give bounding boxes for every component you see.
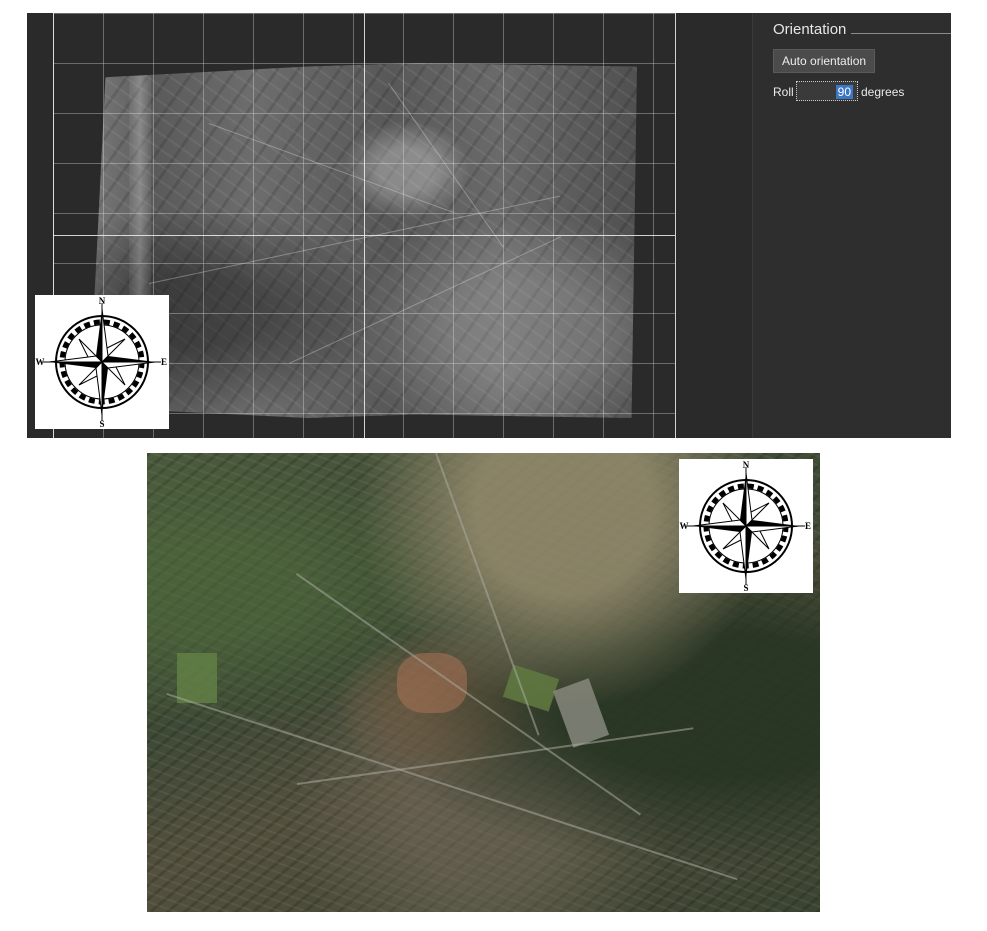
compass-east-label: E: [805, 521, 811, 531]
roll-label: Roll: [773, 85, 794, 99]
roll-unit-label: degrees: [861, 85, 905, 99]
field: [177, 653, 217, 703]
panel-header: Orientation: [773, 21, 951, 41]
photo-road: [289, 236, 562, 364]
compass-west-label: W: [680, 521, 689, 531]
aerial-photo-mosaic: [89, 63, 637, 418]
grid-major-line: [675, 13, 676, 438]
compass-west-label: W: [36, 357, 45, 367]
sports-field: [502, 664, 560, 712]
roll-value: 90: [835, 85, 853, 99]
auto-orientation-button[interactable]: Auto orientation: [773, 49, 876, 73]
compass-rose-card: N S E W: [679, 459, 813, 593]
compass-south-label: S: [743, 583, 748, 593]
orientation-panel: Orientation Auto orientation Roll 90 deg…: [752, 13, 951, 438]
compass-south-label: S: [99, 419, 104, 429]
photo-road: [388, 83, 504, 248]
compass-north-label: N: [743, 460, 750, 470]
roll-input[interactable]: 90: [796, 81, 858, 101]
photo-road: [208, 123, 454, 213]
stadium: [552, 678, 610, 748]
panel-title: Orientation: [773, 21, 847, 38]
compass-rose-icon: N S E W: [36, 296, 168, 429]
compass-rose-card: N S E W: [35, 295, 169, 429]
panel-divider: [851, 33, 951, 34]
compass-east-label: E: [161, 357, 167, 367]
sat-road: [166, 693, 738, 881]
village-centre: [397, 653, 467, 713]
compass-north-label: N: [99, 296, 106, 306]
compass-rose-icon: N S E W: [680, 460, 812, 593]
